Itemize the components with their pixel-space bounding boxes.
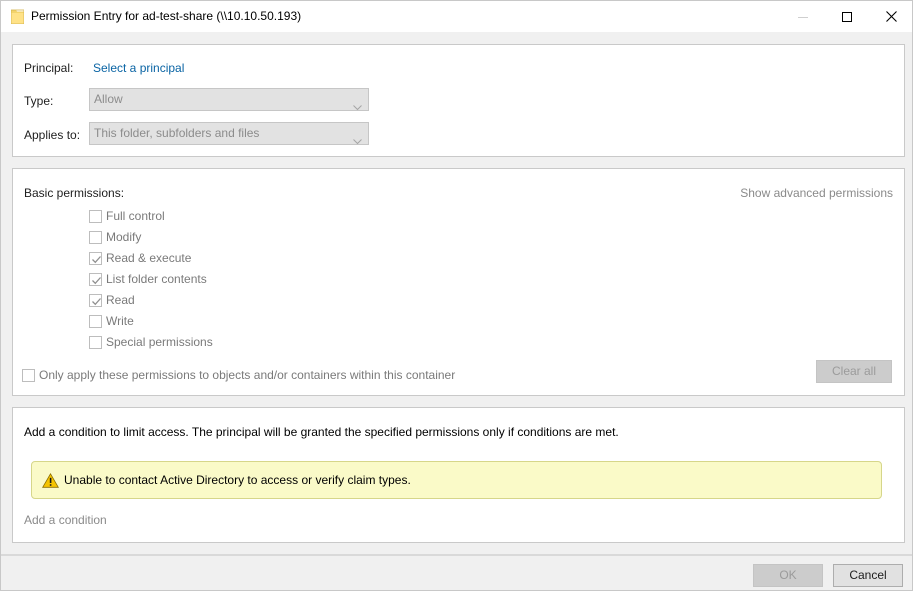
basic-permissions-heading: Basic permissions: <box>24 186 125 200</box>
footer-divider <box>1 554 912 556</box>
folder-icon <box>10 9 25 25</box>
window-title: Permission Entry for ad-test-share (\\10… <box>31 9 302 23</box>
add-condition-link[interactable]: Add a condition <box>24 513 107 527</box>
permission-label: List folder contents <box>106 272 207 286</box>
permission-label: Read & execute <box>106 251 192 265</box>
permission-label: Read <box>106 293 135 307</box>
permission-label: Full control <box>106 209 165 223</box>
condition-panel: Add a condition to limit access. The pri… <box>12 407 905 543</box>
permission-label: Modify <box>106 230 142 244</box>
permission-checkbox[interactable]: Modify <box>89 229 141 245</box>
checkbox-box[interactable] <box>89 293 102 307</box>
checkmark-icon <box>92 255 101 263</box>
checkmark-icon <box>92 276 101 284</box>
permission-checkbox[interactable]: Read <box>89 292 135 308</box>
permission-label: Write <box>106 314 134 328</box>
checkbox-box[interactable] <box>89 272 102 286</box>
only-apply-checkbox[interactable]: Only apply these permissions to objects … <box>22 367 455 383</box>
show-advanced-permissions-link[interactable]: Show advanced permissions <box>740 186 893 200</box>
checkbox-box[interactable] <box>89 209 102 223</box>
only-apply-label: Only apply these permissions to objects … <box>39 368 456 382</box>
type-select[interactable]: Allow <box>89 88 369 111</box>
type-value: Allow <box>94 92 123 106</box>
permission-checkbox[interactable]: Special permissions <box>89 334 213 350</box>
checkbox-box[interactable] <box>89 314 102 328</box>
close-button[interactable] <box>868 1 913 32</box>
applies-to-value: This folder, subfolders and files <box>94 126 260 140</box>
warning-text: Unable to contact Active Directory to ac… <box>64 473 411 487</box>
checkmark-icon <box>92 297 101 305</box>
minimize-icon <box>798 12 808 22</box>
select-principal-link[interactable]: Select a principal <box>93 61 184 75</box>
permission-checkbox[interactable]: List folder contents <box>89 271 207 287</box>
permission-checkbox[interactable]: Full control <box>89 208 165 224</box>
permission-entry-dialog: Permission Entry for ad-test-share (\\10… <box>0 0 913 591</box>
maximize-icon <box>842 11 852 22</box>
warning-icon <box>42 473 59 491</box>
checkbox-box[interactable] <box>22 368 35 382</box>
applies-to-label: Applies to: <box>24 128 81 142</box>
type-label: Type: <box>24 94 54 108</box>
warning-banner: Unable to contact Active Directory to ac… <box>31 461 882 499</box>
cancel-button[interactable]: Cancel <box>833 564 903 587</box>
condition-description: Add a condition to limit access. The pri… <box>24 425 619 439</box>
applies-to-select[interactable]: This folder, subfolders and files <box>89 122 369 145</box>
permissions-panel: Basic permissions: Show advanced permiss… <box>12 168 905 396</box>
checkbox-box[interactable] <box>89 251 102 265</box>
minimize-button[interactable] <box>780 1 826 32</box>
permission-checkbox[interactable]: Write <box>89 313 134 329</box>
clear-all-button[interactable]: Clear all <box>816 360 892 383</box>
checkbox-box[interactable] <box>89 230 102 244</box>
title-bar: Permission Entry for ad-test-share (\\10… <box>1 1 912 32</box>
checkbox-box[interactable] <box>89 335 102 349</box>
permission-checkbox[interactable]: Read & execute <box>89 250 191 266</box>
chevron-down-icon <box>353 131 362 152</box>
chevron-down-icon <box>353 97 362 118</box>
principal-panel: Principal: Select a principal Type: Allo… <box>12 44 905 157</box>
permission-label: Special permissions <box>106 335 213 349</box>
close-icon <box>885 11 897 22</box>
maximize-button[interactable] <box>824 1 870 32</box>
ok-button[interactable]: OK <box>753 564 823 587</box>
principal-label: Principal: <box>24 61 74 75</box>
